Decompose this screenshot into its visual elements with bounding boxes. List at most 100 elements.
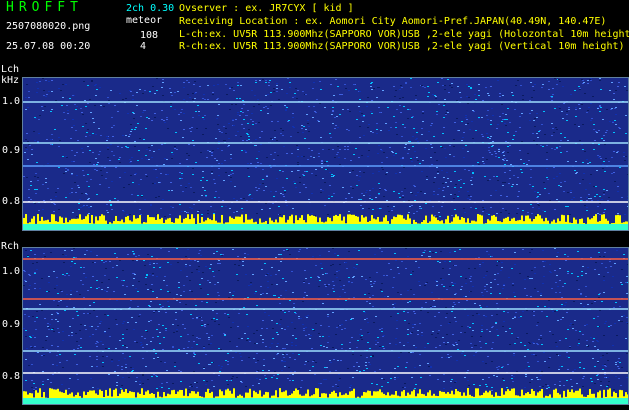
noise-pixel: [34, 337, 36, 338]
noise-pixel: [294, 96, 296, 97]
noise-pixel: [205, 195, 207, 196]
noise-pixel: [55, 100, 57, 101]
noise-pixel: [597, 374, 599, 375]
noise-pixel: [214, 284, 216, 285]
noise-pixel: [166, 117, 168, 118]
lch-label: Lch: [1, 64, 20, 75]
noise-pixel: [506, 160, 508, 161]
noise-pixel: [575, 107, 577, 108]
noise-pixel: [229, 208, 231, 209]
noise-pixel: [148, 118, 150, 119]
noise-pixel: [483, 163, 485, 164]
baseline-band: [23, 224, 628, 230]
noise-pixel: [337, 387, 339, 388]
noise-pixel: [575, 116, 577, 117]
noise-pixel: [256, 330, 258, 331]
noise-pixel: [318, 121, 320, 122]
noise-pixel: [524, 345, 526, 346]
noise-pixel: [149, 150, 151, 151]
noise-pixel: [326, 285, 328, 286]
noise-pixel: [619, 362, 621, 363]
noise-pixel: [174, 92, 176, 93]
noise-pixel: [339, 149, 341, 150]
noise-pixel: [107, 97, 109, 98]
noise-pixel: [171, 95, 173, 96]
noise-pixel: [119, 157, 121, 158]
noise-pixel: [444, 85, 446, 86]
noise-pixel: [493, 375, 495, 376]
noise-pixel: [492, 141, 494, 142]
noise-pixel: [498, 261, 500, 262]
noise-pixel: [285, 290, 287, 291]
noise-pixel: [575, 109, 577, 110]
noise-pixel: [274, 137, 276, 138]
noise-pixel: [286, 107, 288, 108]
noise-pixel: [393, 307, 395, 308]
noise-pixel: [576, 383, 578, 384]
noise-pixel: [265, 186, 267, 187]
noise-pixel: [470, 291, 472, 292]
noise-pixel: [133, 278, 135, 279]
noise-pixel: [491, 327, 493, 328]
lch-tick-3: 0.8: [2, 196, 21, 207]
noise-pixel: [262, 293, 264, 294]
noise-pixel: [529, 343, 531, 344]
noise-pixel: [122, 345, 124, 346]
noise-pixel: [539, 130, 541, 131]
noise-pixel: [67, 170, 69, 171]
noise-pixel: [71, 250, 73, 251]
noise-pixel: [140, 179, 142, 180]
noise-pixel: [253, 106, 255, 107]
noise-pixel: [446, 289, 448, 290]
noise-pixel: [463, 296, 465, 297]
noise-pixel: [318, 156, 320, 157]
noise-pixel: [626, 276, 628, 277]
noise-pixel: [125, 135, 127, 136]
noise-pixel: [370, 281, 372, 282]
noise-pixel: [491, 361, 493, 362]
noise-pixel: [292, 117, 294, 118]
noise-pixel: [198, 210, 200, 211]
noise-pixel: [129, 307, 131, 308]
noise-pixel: [207, 150, 209, 151]
noise-pixel: [372, 209, 374, 210]
noise-pixel: [209, 364, 211, 365]
noise-pixel: [140, 342, 142, 343]
noise-pixel: [237, 280, 239, 281]
noise-pixel: [627, 196, 628, 197]
noise-pixel: [558, 106, 560, 107]
noise-pixel: [205, 354, 207, 355]
noise-pixel: [161, 387, 163, 388]
noise-pixel: [470, 196, 472, 197]
noise-pixel: [27, 141, 29, 142]
noise-pixel: [519, 150, 521, 151]
noise-pixel: [34, 321, 36, 322]
noise-pixel: [420, 191, 422, 192]
noise-pixel: [414, 200, 416, 201]
noise-pixel: [360, 329, 362, 330]
noise-pixel: [76, 175, 78, 176]
noise-pixel: [536, 377, 538, 378]
noise-pixel: [33, 383, 35, 384]
noise-pixel: [176, 300, 178, 301]
noise-pixel: [207, 324, 209, 325]
noise-pixel: [359, 176, 361, 177]
noise-pixel: [152, 275, 154, 276]
noise-pixel: [96, 89, 98, 90]
noise-pixel: [618, 82, 620, 83]
noise-pixel: [229, 341, 231, 342]
noise-pixel: [263, 190, 265, 191]
carrier-line: [23, 372, 628, 374]
noise-pixel: [201, 301, 203, 302]
noise-pixel: [84, 325, 86, 326]
noise-pixel: [256, 305, 258, 306]
noise-pixel: [207, 280, 209, 281]
noise-pixel: [315, 323, 317, 324]
noise-pixel: [116, 277, 118, 278]
noise-pixel: [101, 175, 103, 176]
noise-pixel: [286, 205, 288, 206]
noise-pixel: [311, 150, 313, 151]
noise-pixel: [447, 112, 449, 113]
noise-pixel: [563, 385, 565, 386]
noise-pixel: [282, 130, 284, 131]
